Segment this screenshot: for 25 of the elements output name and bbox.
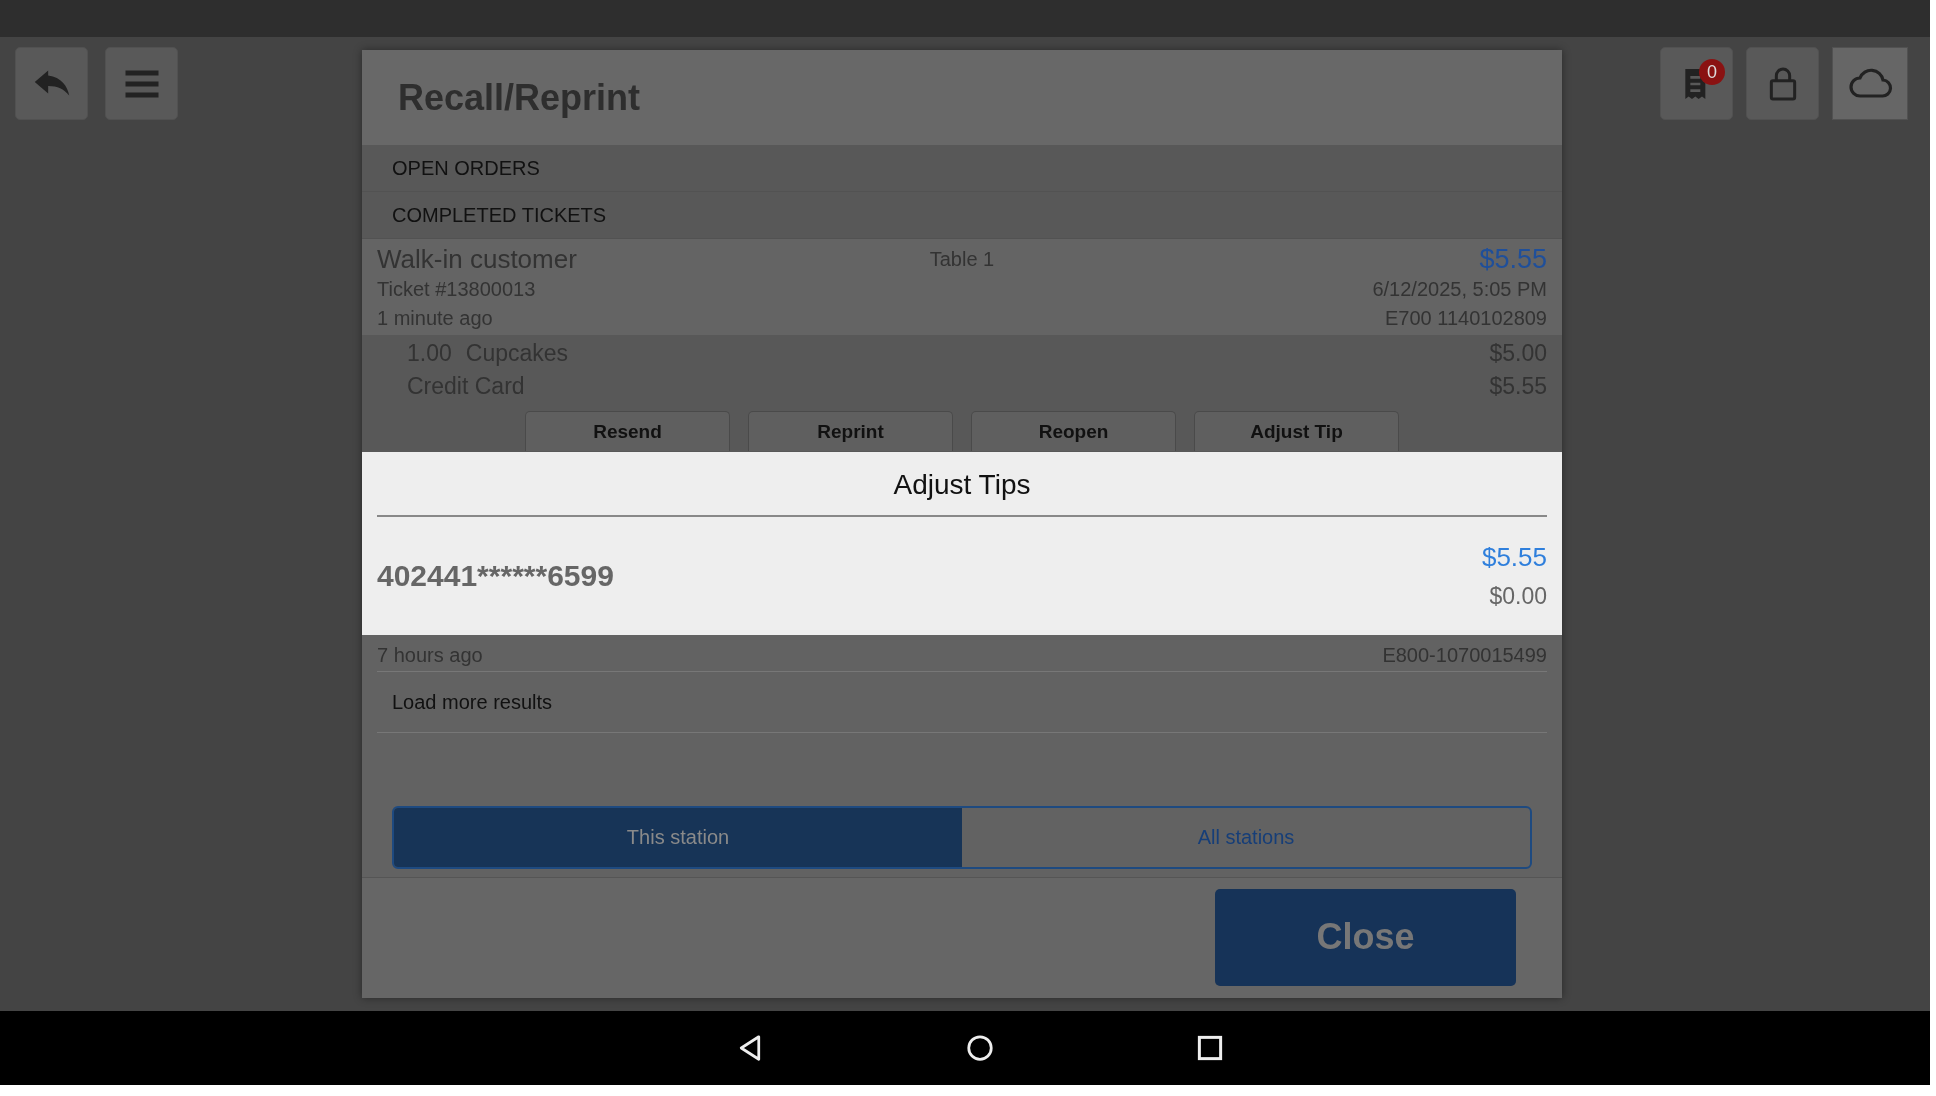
payment-amount: $5.55 xyxy=(1481,542,1547,573)
home-circle-icon xyxy=(965,1033,995,1063)
ticket-action-button[interactable]: Reopen xyxy=(971,411,1176,451)
count-badge: 0 xyxy=(1699,59,1725,85)
section-header[interactable]: COMPLETED TICKETS xyxy=(362,192,1562,239)
lock-button[interactable] xyxy=(1746,47,1819,120)
card-number: 402441******6599 xyxy=(377,559,614,593)
ticket-total: $5.55 xyxy=(1479,243,1547,275)
receipt-button[interactable]: 0 xyxy=(1660,47,1733,120)
cloud-button[interactable] xyxy=(1832,47,1908,120)
dialog-title: Adjust Tips xyxy=(893,469,1031,501)
station-tab[interactable]: All stations xyxy=(962,808,1530,867)
menu-button[interactable] xyxy=(105,47,178,120)
dialog-title: Recall/Reprint xyxy=(398,76,641,119)
ticket-action-button[interactable]: Reprint xyxy=(748,411,953,451)
home-button[interactable] xyxy=(965,1033,995,1063)
load-more-link[interactable]: Load more results xyxy=(392,690,553,714)
tip-amount[interactable]: $0.00 xyxy=(1489,583,1547,610)
station-tab[interactable]: This station xyxy=(394,808,962,867)
ticket-action-button[interactable]: Adjust Tip xyxy=(1194,411,1399,451)
square-icon xyxy=(1195,1033,1225,1063)
recent-apps-button[interactable] xyxy=(1195,1033,1225,1063)
close-button[interactable]: Close xyxy=(1215,888,1516,986)
ticket-action-button[interactable]: Resend xyxy=(525,411,730,451)
section-header[interactable]: OPEN ORDERS xyxy=(362,145,1562,192)
